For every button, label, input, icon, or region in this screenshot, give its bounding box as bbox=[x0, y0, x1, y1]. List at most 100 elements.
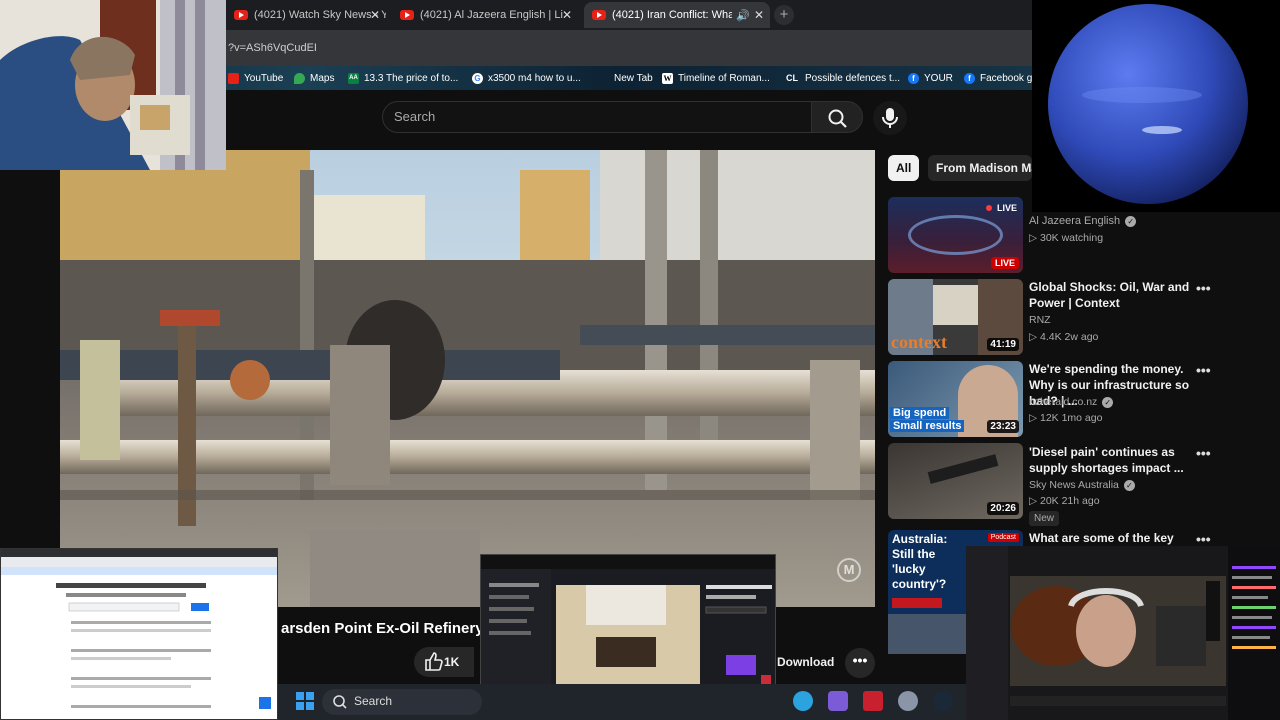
rec-thumbnail[interactable]: 20:26 bbox=[888, 443, 1023, 519]
rec-channel[interactable]: Sky News Australia ✓ bbox=[1029, 479, 1135, 491]
voice-search-button[interactable] bbox=[873, 101, 907, 135]
more-actions-button[interactable]: ••• bbox=[845, 648, 875, 678]
steam-icon[interactable] bbox=[933, 691, 953, 711]
live-badge: LIVE bbox=[986, 203, 1017, 213]
tab-sky-news[interactable]: (4021) Watch Sky News - YouTu ✕ bbox=[226, 2, 386, 28]
rec-title[interactable]: Global Shocks: Oil, War and Power | Cont… bbox=[1029, 279, 1194, 311]
windows-logo-icon bbox=[296, 692, 314, 710]
rec-channel[interactable]: nzherald.co.nz ✓ bbox=[1029, 396, 1114, 408]
chip-all[interactable]: All bbox=[888, 155, 920, 181]
rec-thumbnail[interactable]: LIVE LIVE bbox=[888, 197, 1023, 273]
rec-channel[interactable]: Al Jazeera English ✓ bbox=[1029, 215, 1137, 227]
youtube-favicon-icon bbox=[592, 10, 606, 20]
bookmark-newtab[interactable]: New Tab bbox=[598, 66, 653, 90]
youtube-favicon-icon bbox=[234, 10, 248, 20]
tab-label: (4021) Watch Sky News - YouTu bbox=[254, 9, 386, 21]
download-button[interactable]: Download bbox=[777, 655, 834, 669]
duration-badge: 23:23 bbox=[987, 420, 1019, 433]
address-url[interactable]: ?v=ASh6VqCudEI bbox=[228, 42, 317, 54]
verified-icon: ✓ bbox=[1125, 216, 1137, 227]
webpage-preview bbox=[1, 549, 277, 709]
bookmark-price[interactable]: AA 13.3 The price of to... bbox=[348, 66, 458, 90]
bookmark-label: 13.3 The price of to... bbox=[364, 72, 459, 84]
live-badge-text: LIVE bbox=[996, 203, 1017, 213]
rec-more-button[interactable]: ••• bbox=[1196, 362, 1211, 378]
webcam-overlay bbox=[0, 0, 226, 170]
live-dot-icon bbox=[986, 205, 993, 211]
bookmark-facebook-group[interactable]: f Facebook gr bbox=[964, 66, 1036, 90]
bookmark-label: Timeline of Roman... bbox=[678, 72, 770, 84]
youtube-favicon-icon bbox=[400, 10, 414, 20]
close-tab-icon[interactable]: ✕ bbox=[370, 8, 380, 22]
podcast-badge: Podcast bbox=[987, 533, 1019, 542]
rec-more-button[interactable]: ••• bbox=[1196, 531, 1211, 547]
video-title: arsden Point Ex-Oil Refinery bbox=[281, 620, 484, 637]
bookmark-youtube[interactable]: YouTube bbox=[228, 66, 283, 90]
rec-more-button[interactable]: ••• bbox=[1196, 280, 1211, 296]
bookmark-label: Maps bbox=[310, 72, 335, 84]
app-red-icon[interactable] bbox=[863, 691, 883, 711]
speaker-icon[interactable]: 🔊 bbox=[736, 9, 750, 22]
neptune-image bbox=[1048, 4, 1248, 204]
tab-label: (4021) Iran Conflict: What N bbox=[612, 9, 732, 21]
rec-thumbnail[interactable]: context 41:19 bbox=[888, 279, 1023, 355]
bookmark-maps[interactable]: Maps bbox=[294, 66, 334, 90]
youtube-icon bbox=[228, 72, 239, 84]
search-button[interactable] bbox=[811, 101, 863, 133]
new-badge: New bbox=[1029, 511, 1060, 526]
chip-from-channel[interactable]: From Madison Mal bbox=[928, 155, 1032, 181]
taskbar-search[interactable] bbox=[322, 689, 482, 715]
bookmark-your[interactable]: f YOUR bbox=[908, 66, 953, 90]
rec-more-button[interactable]: ••• bbox=[1196, 445, 1211, 461]
tab-iran-conflict[interactable]: (4021) Iran Conflict: What N 🔊 ✕ bbox=[584, 2, 770, 28]
rec-channel[interactable]: RNZ bbox=[1029, 314, 1051, 326]
thumb-caption: Australia: Still the 'lucky country'? bbox=[892, 532, 947, 592]
planet-overlay bbox=[1032, 0, 1280, 212]
bookmark-x3500[interactable]: G x3500 m4 how to u... bbox=[472, 66, 581, 90]
thumb-nozzle bbox=[927, 454, 999, 484]
close-tab-icon[interactable]: ✕ bbox=[562, 8, 572, 22]
verified-icon: ✓ bbox=[1123, 480, 1135, 491]
close-tab-icon[interactable]: ✕ bbox=[754, 8, 764, 22]
bookmark-label: YOUR bbox=[924, 72, 953, 84]
rec-meta: ▷ 12K 1mo ago bbox=[1029, 412, 1103, 424]
rec-thumbnail[interactable]: Big spend Small results 23:23 bbox=[888, 361, 1023, 437]
tab-al-jazeera[interactable]: (4021) Al Jazeera English | Li ✕ bbox=[392, 2, 578, 28]
microphone-icon bbox=[882, 108, 898, 128]
newtab-icon bbox=[598, 73, 609, 84]
tab-label: (4021) Al Jazeera English | Li bbox=[420, 9, 563, 21]
thumb-caption-2: Small results bbox=[890, 420, 965, 432]
duration-badge: 20:26 bbox=[987, 502, 1019, 515]
newsroom-graphic bbox=[908, 215, 1003, 255]
new-tab-button[interactable]: + bbox=[774, 5, 794, 25]
telegram-icon[interactable] bbox=[793, 691, 813, 711]
thumb-caption-line: Australia: bbox=[892, 532, 948, 546]
thumb-caption-line: Still the bbox=[892, 547, 936, 561]
verified-icon: ✓ bbox=[1102, 397, 1114, 408]
windows-start-button[interactable] bbox=[294, 690, 316, 712]
app-purple-icon[interactable] bbox=[828, 691, 848, 711]
channel-watermark: M bbox=[837, 558, 861, 582]
google-icon: G bbox=[472, 72, 483, 84]
bookmark-defences[interactable]: CL Possible defences t... bbox=[784, 66, 900, 90]
rec-title[interactable]: What are some of the key bbox=[1029, 530, 1194, 546]
search-input[interactable] bbox=[382, 101, 812, 133]
thumb-caption: context bbox=[891, 332, 947, 352]
cl-icon: CL bbox=[786, 72, 798, 83]
rec-meta: ▷ 20K 21h ago bbox=[1029, 495, 1100, 507]
thumb-face-center bbox=[933, 285, 978, 325]
facebook-icon: f bbox=[908, 72, 919, 84]
bbc-news-logo bbox=[892, 598, 942, 608]
thumb-caption-line: country'? bbox=[892, 577, 947, 591]
bookmark-timeline-roman[interactable]: W Timeline of Roman... bbox=[662, 66, 770, 90]
rec-meta: ▷ 30K watching bbox=[1029, 232, 1104, 244]
video-player[interactable]: M bbox=[60, 150, 875, 607]
rec-title[interactable]: 'Diesel pain' continues as supply shorta… bbox=[1029, 444, 1194, 476]
settings-gear-icon[interactable] bbox=[898, 691, 918, 711]
taskbar-search-label: Search bbox=[354, 694, 393, 708]
aa-icon: AA bbox=[348, 72, 359, 84]
thumbnail-window-left[interactable] bbox=[0, 548, 278, 720]
thumb-caption-line: 'lucky bbox=[892, 562, 926, 576]
bookmark-label: New Tab bbox=[614, 72, 653, 84]
facebook-icon: f bbox=[964, 72, 975, 84]
